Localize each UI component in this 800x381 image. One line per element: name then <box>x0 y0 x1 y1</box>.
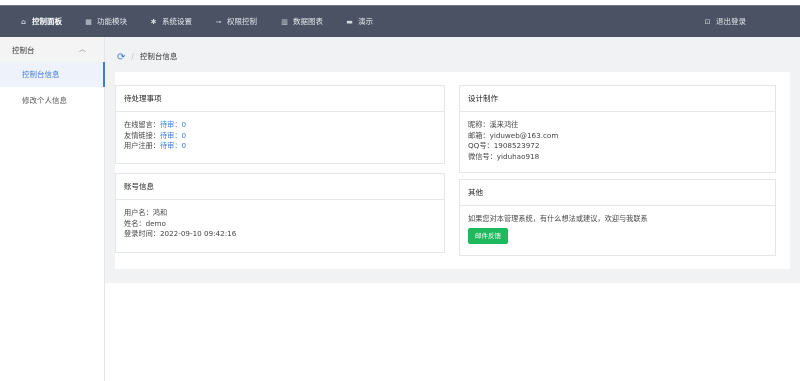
pending-card: 待处理事项 在线留言：待审：0 友情链接：待审：0 用户注册：待审：0 <box>115 85 445 164</box>
other-card-title: 其他 <box>460 180 775 206</box>
key-icon: ⊸ <box>215 18 222 26</box>
logout-icon: ⊡ <box>704 18 711 26</box>
home-icon: ⌂ <box>20 18 26 26</box>
nav-settings-label: 系统设置 <box>162 17 192 26</box>
other-card: 其他 如果您对本管理系统，有什么想法或建议，欢迎与我联系 邮件反馈 <box>459 179 776 256</box>
account-card: 账号信息 用户名：鸿和 姓名：demo 登录时间：2022-09-10 09:4… <box>115 173 445 253</box>
pending-row: 用户注册：待审：0 <box>124 141 436 152</box>
pending-card-body: 在线留言：待审：0 友情链接：待审：0 用户注册：待审：0 <box>116 112 444 152</box>
gear-icon: ✱ <box>150 18 157 26</box>
nav-demo[interactable]: ▬ 演示 <box>345 6 373 38</box>
pending-row-label: 在线留言： <box>124 120 160 129</box>
logout-label: 退出登录 <box>716 17 746 26</box>
sidebar-section-label: 控制台 <box>12 46 35 55</box>
design-row: 微信号：yiduhao918 <box>468 151 540 161</box>
nav-permissions-label: 权限控制 <box>227 17 257 26</box>
design-row: 昵称：溪来鸿往 <box>468 120 519 129</box>
chevron-up-icon: ︿ <box>79 45 86 53</box>
nav-dashboard-label: 控制面板 <box>32 17 62 26</box>
account-card-title: 账号信息 <box>116 174 444 200</box>
design-card: 设计制作 昵称：溪来鸿往 邮箱：yiduweb@163.com QQ号：1908… <box>459 85 776 173</box>
sidebar-item-console-info[interactable]: 控制台信息 <box>0 62 105 87</box>
other-text: 如果您对本管理系统，有什么想法或建议，欢迎与我联系 <box>468 214 648 223</box>
content-panel: 待处理事项 在线留言：待审：0 友情链接：待审：0 用户注册：待审：0 账号信息… <box>115 72 790 269</box>
nav-modules-label: 功能模块 <box>97 17 127 26</box>
account-row: 姓名：demo <box>124 218 166 228</box>
refresh-icon[interactable]: ⟳ <box>117 52 125 63</box>
logout-button[interactable]: ⊡ 退出登录 <box>703 6 746 38</box>
folder-icon: ▬ <box>346 18 353 26</box>
pending-row-value[interactable]: 待审：0 <box>160 120 186 129</box>
email-feedback-button[interactable]: 邮件反馈 <box>468 227 508 244</box>
bar-chart-icon: ▥ <box>281 18 288 26</box>
pending-card-title: 待处理事项 <box>116 86 444 112</box>
pending-row: 在线留言：待审：0 <box>124 120 436 131</box>
nav-settings[interactable]: ✱ 系统设置 <box>149 6 192 38</box>
design-card-body: 昵称：溪来鸿往 邮箱：yiduweb@163.com QQ号：190852397… <box>460 112 775 162</box>
pending-row-label: 友情链接： <box>124 130 160 140</box>
sidebar: 控制台 ︿ 控制台信息 修改个人信息 <box>0 37 105 381</box>
design-row: QQ号：1908523972 <box>468 141 540 150</box>
top-navbar: ⌂ 控制面板 ▦ 功能模块 ✱ 系统设置 ⊸ 权限控制 ▥ 数据图表 ▬ 演示 ⊡ 退出登录 <box>0 5 800 37</box>
other-card-body: 如果您对本管理系统，有什么想法或建议，欢迎与我联系 邮件反馈 <box>460 206 775 244</box>
nav-charts-label: 数据图表 <box>293 17 323 26</box>
breadcrumb-current: 控制台信息 <box>139 52 178 61</box>
nav-dashboard[interactable]: ⌂ 控制面板 <box>19 6 62 38</box>
design-row: 邮箱：yiduweb@163.com <box>468 130 559 140</box>
pending-row-value[interactable]: 待审：0 <box>160 131 186 140</box>
nav-demo-label: 演示 <box>358 17 373 26</box>
pending-row-value[interactable]: 待审：0 <box>160 141 186 150</box>
breadcrumb: ⟳ / 控制台信息 <box>117 51 177 63</box>
account-card-body: 用户名：鸿和 姓名：demo 登录时间：2022-09-10 09:42:16 <box>116 200 444 240</box>
sidebar-item-edit-profile[interactable]: 修改个人信息 <box>0 88 105 113</box>
grid-icon: ▦ <box>85 18 92 26</box>
nav-modules[interactable]: ▦ 功能模块 <box>84 6 127 38</box>
sidebar-section-console[interactable]: 控制台 ︿ <box>0 37 104 62</box>
breadcrumb-separator: / <box>131 52 134 61</box>
design-card-title: 设计制作 <box>460 86 775 112</box>
pending-row: 友情链接：待审：0 <box>124 131 436 142</box>
account-row: 登录时间：2022-09-10 09:42:16 <box>124 229 237 238</box>
pending-row-label: 用户注册： <box>124 141 160 150</box>
nav-charts[interactable]: ▥ 数据图表 <box>280 6 323 38</box>
main-area: ⟳ / 控制台信息 待处理事项 在线留言：待审：0 友情链接：待审：0 用户注册：待… <box>105 37 800 283</box>
nav-permissions[interactable]: ⊸ 权限控制 <box>214 6 257 38</box>
account-row: 用户名：鸿和 <box>124 208 168 217</box>
